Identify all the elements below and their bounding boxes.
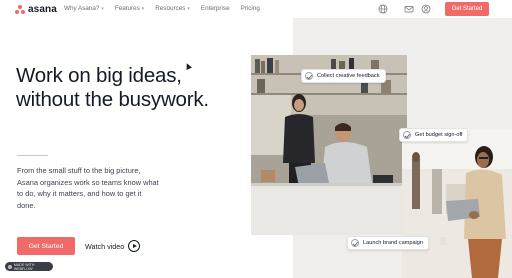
chevron-down-icon: ▾ (101, 5, 104, 12)
chevron-down-icon: ▾ (187, 5, 190, 12)
nav-enterprise-label: Enterprise (200, 5, 230, 12)
watch-video-label: Watch video (85, 241, 125, 251)
nav-resources-label: Resources (155, 5, 186, 12)
user-icon[interactable] (421, 4, 431, 14)
hero-subtext: From the small stuff to the big picture,… (17, 166, 159, 210)
top-nav: asana Why Asana? ▾ Features ▾ Resources ▾ E… (0, 0, 512, 18)
task-label: Launch brand campaign (363, 240, 424, 246)
nav-why-asana[interactable]: Why Asana? ▾ (64, 5, 104, 12)
task-collect-feedback: Collect creative feedback (301, 69, 386, 83)
nav-features[interactable]: Features ▾ (115, 5, 144, 12)
play-icon (128, 240, 141, 252)
hero-divider (17, 155, 48, 156)
task-launch-campaign: Launch brand campaign (347, 236, 430, 250)
check-circle-icon (305, 72, 313, 80)
nav-links: Why Asana? ▾ Features ▾ Resources ▾ Enterpr… (64, 5, 271, 12)
task-label: Get budget sign-off (415, 132, 463, 138)
globe-icon[interactable] (378, 4, 388, 14)
hero-get-started-button[interactable]: Get Started (17, 237, 75, 255)
webflow-badge[interactable]: MADE WITH WEBFLOW (5, 262, 53, 271)
task-budget-signoff: Get budget sign-off (399, 128, 469, 142)
nav-get-started-button[interactable]: Get Started (445, 2, 489, 16)
headline-line-1: Work on big ideas, (16, 64, 182, 87)
headline-line-2: without the busywork. (16, 88, 209, 111)
asana-logo[interactable]: asana (15, 4, 57, 15)
nav-resources[interactable]: Resources ▾ (155, 5, 190, 12)
nav-enterprise[interactable]: Enterprise (201, 5, 230, 12)
logo-dots-icon (15, 5, 25, 14)
woman-laptop-photo (402, 129, 512, 278)
watch-video-button[interactable]: Watch video (85, 240, 141, 252)
webflow-icon (8, 264, 12, 269)
hero-headline: Work on big ideas, without the busywork. (16, 64, 246, 112)
mail-icon[interactable] (404, 4, 414, 14)
task-label: Collect creative feedback (317, 73, 380, 79)
check-circle-icon (351, 239, 359, 247)
nav-pricing[interactable]: Pricing (241, 5, 260, 12)
nav-pricing-label: Pricing (240, 5, 260, 12)
logo-text: asana (28, 4, 57, 15)
check-circle-icon (403, 131, 411, 139)
nav-features-label: Features (114, 5, 140, 12)
chevron-down-icon: ▾ (141, 5, 145, 12)
webflow-badge-label: MADE WITH WEBFLOW (13, 262, 35, 271)
woman-laptop-illustration (402, 129, 512, 278)
nav-why-asana-label: Why Asana? (64, 5, 100, 12)
